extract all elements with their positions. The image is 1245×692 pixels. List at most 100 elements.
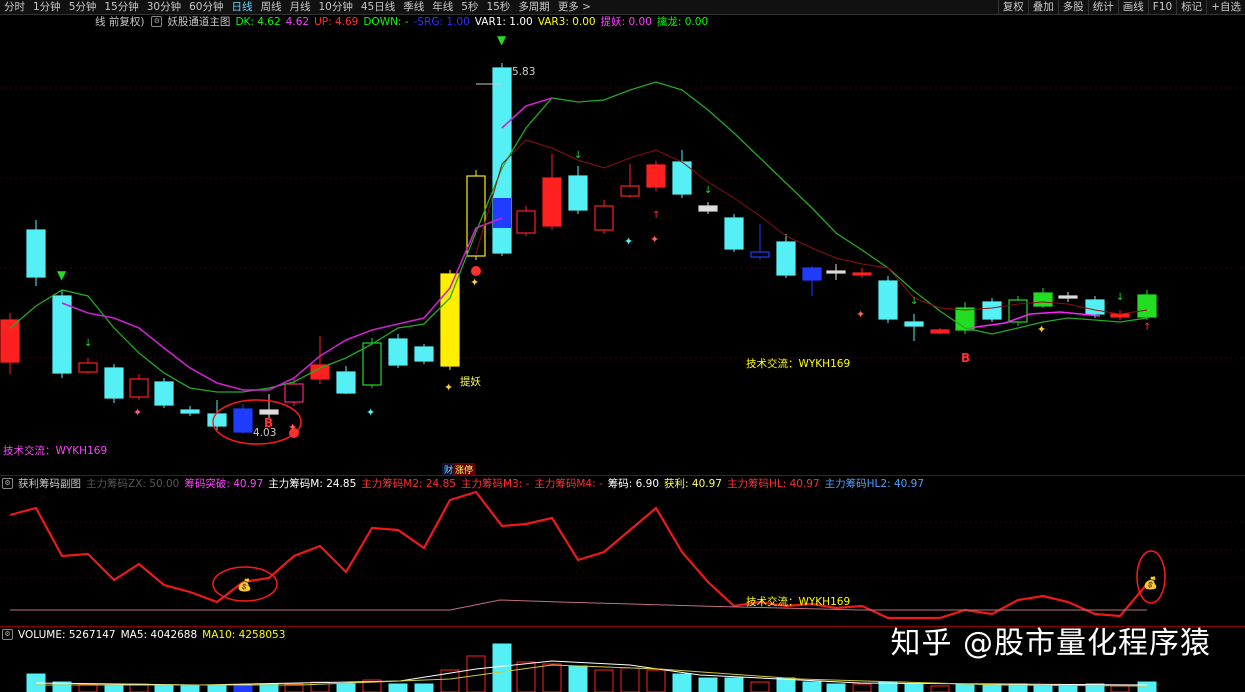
sub-param-2: 主力筹码M: 24.85 — [268, 478, 357, 490]
candle-body-34 — [878, 280, 898, 320]
period-tab-6[interactable]: 日线 — [228, 0, 257, 14]
volume-bar-24 — [646, 669, 666, 692]
period-tab-0[interactable]: 分时 — [0, 0, 29, 14]
chip-line — [10, 599, 1147, 611]
sub-param-7: 获利: 40.97 — [664, 478, 722, 490]
candle-body-14 — [362, 342, 382, 386]
volume-bar-8 — [233, 685, 253, 692]
sub-settings-icon[interactable]: ⚙ — [2, 478, 13, 489]
butterfly-icon-4: ✦ — [624, 235, 633, 248]
period-tab-3[interactable]: 15分钟 — [100, 0, 142, 14]
volume-bar-19 — [516, 661, 536, 692]
candle-body-16 — [414, 346, 434, 362]
butterfly-icon-1: ✦ — [366, 406, 375, 419]
tiyao-label: 提妖 — [460, 376, 481, 388]
candle-fill-450 — [441, 322, 459, 366]
period-tab-8[interactable]: 月线 — [286, 0, 315, 14]
candle-body-13 — [336, 371, 356, 394]
volume-bar-39 — [1033, 685, 1053, 692]
candle-body-2 — [52, 295, 72, 374]
period-tab-9[interactable]: 10分钟 — [315, 0, 357, 14]
period-tab-16[interactable]: 更多 > — [554, 0, 595, 14]
volume-bar-34 — [904, 683, 924, 692]
period-tab-4[interactable]: 30分钟 — [143, 0, 185, 14]
toolbar-right-0[interactable]: 复权 — [997, 0, 1028, 14]
money-bag-icon-1: 💰 — [237, 578, 252, 592]
period-tab-14[interactable]: 15秒 — [482, 0, 514, 14]
volume-params: VOLUME: 5267147 MA5: 4042688 MA10: 4258053 — [18, 629, 290, 641]
candle-body-8 — [207, 413, 227, 427]
period-tab-1[interactable]: 1分钟 — [29, 0, 65, 14]
volume-bar-43 — [1137, 681, 1157, 692]
toolbar-right-6[interactable]: 标记 — [1176, 0, 1206, 14]
volume-bar-18 — [492, 643, 512, 692]
main-param-4: -SRG: 1.00 — [413, 16, 470, 28]
main-param-2: UP: 4.69 — [314, 16, 359, 28]
period-tab-11[interactable]: 季线 — [399, 0, 428, 14]
volume-bar-14 — [388, 683, 408, 692]
candle-body-41 — [1058, 295, 1078, 299]
toolbar-right-5[interactable]: F10 — [1147, 0, 1176, 14]
money-bag-icon-2: 💰 — [1143, 576, 1158, 590]
toolbar-right-1[interactable]: 叠加 — [1027, 0, 1058, 14]
volume-ma10-line — [36, 664, 1148, 687]
period-tab-5[interactable]: 60分钟 — [185, 0, 227, 14]
sub-indicator-name[interactable]: 获利筹码副图 — [18, 476, 81, 491]
profit-chip-chart[interactable]: 💰 💰 — [0, 490, 1245, 626]
toolbar-right-7[interactable]: +自选 — [1206, 0, 1245, 14]
period-tab-13[interactable]: 5秒 — [457, 0, 482, 14]
profit-line — [9, 490, 1148, 620]
main-kline-chart[interactable]: ▼▼↓↓↓↓ ↓↑↑✦ ✦✦✦✦ ✦✦✦✦ — [0, 28, 1245, 475]
volume-settings-icon[interactable]: ⚙ — [2, 629, 13, 640]
volume-bar-12 — [336, 683, 356, 692]
sub-param-8: 主力筹码HL: 40.97 — [726, 478, 820, 490]
volume-ma5-line — [35, 660, 1148, 686]
down-arrow-0: ↓ — [84, 338, 92, 349]
toolbar-right-4[interactable]: 画线 — [1117, 0, 1148, 14]
down-arrow-2: ↓ — [704, 185, 712, 196]
period-tab-12[interactable]: 年线 — [428, 0, 457, 14]
toolbar-right-2[interactable]: 多股 — [1057, 0, 1088, 14]
volume-bar-42 — [1110, 685, 1130, 692]
volume-bar-15 — [414, 683, 434, 692]
green-arrow-marker-2: ▼ — [497, 33, 507, 47]
channel-up-line — [9, 81, 1148, 393]
candle-body-11 — [284, 383, 304, 403]
candle-body-20 — [516, 210, 536, 234]
butterfly-icon-5: ✦ — [650, 233, 659, 246]
period-tab-10[interactable]: 45日线 — [357, 0, 399, 14]
candle-body-24 — [620, 185, 640, 197]
tech-label-main-right: 技术交流：WYKH169 — [746, 358, 851, 370]
candle-body-42 — [1085, 299, 1105, 315]
candle-body-0 — [0, 319, 20, 363]
sub-param-1: 筹码突破: 40.97 — [184, 478, 264, 490]
vol-param-0: VOLUME: 5267147 — [18, 628, 116, 641]
period-toolbar: 分时 1分钟 5分钟 15分钟 30分钟 60分钟 日线 周线 月线 10分钟 45日线 季线 年线 5秒… — [0, 0, 1245, 15]
volume-bar-35 — [930, 685, 950, 692]
candle-body-7 — [180, 409, 200, 414]
main-indicator-params: DK: 4.62 4.62 UP: 4.69 DOWN: - -SRG: 1.00 VAR… — [235, 14, 713, 29]
tech-label-main-left: 技术交流：WYKH169 — [3, 445, 108, 457]
period-tab-2[interactable]: 5分钟 — [65, 0, 101, 14]
tech-label-sub: 技术交流：WYKH169 — [746, 596, 851, 608]
sub-param-9: 主力筹码HL2: 40.97 — [824, 478, 925, 490]
period-tab-7[interactable]: 周线 — [257, 0, 286, 14]
candle-body-31 — [802, 267, 822, 281]
volume-bar-32 — [852, 683, 872, 692]
candle-body-1 — [26, 229, 46, 278]
main-param-1: 4.62 — [285, 16, 310, 28]
buy-signal-b: B — [264, 416, 274, 430]
sub-param-0: 主力筹码ZX: 50.00 — [86, 478, 180, 490]
main-param-3: DOWN: - — [363, 16, 409, 28]
down-arrow-1: ↓ — [574, 150, 582, 161]
period-tab-15[interactable]: 多周期 — [514, 0, 554, 14]
candle-body-32 — [826, 270, 846, 274]
butterfly-icon-6: ✦ — [856, 308, 865, 321]
volume-bar-17 — [466, 655, 486, 692]
settings-icon[interactable]: ⚙ — [151, 16, 163, 27]
butterfly-icon-0: ✦ — [133, 406, 142, 419]
toolbar-right-3[interactable]: 统计 — [1087, 0, 1118, 14]
down-arrow-3: ↓ — [910, 296, 918, 307]
main-indicator-name[interactable]: 妖股通道主图 — [167, 14, 230, 29]
sub-param-6: 筹码: 6.90 — [607, 478, 660, 490]
